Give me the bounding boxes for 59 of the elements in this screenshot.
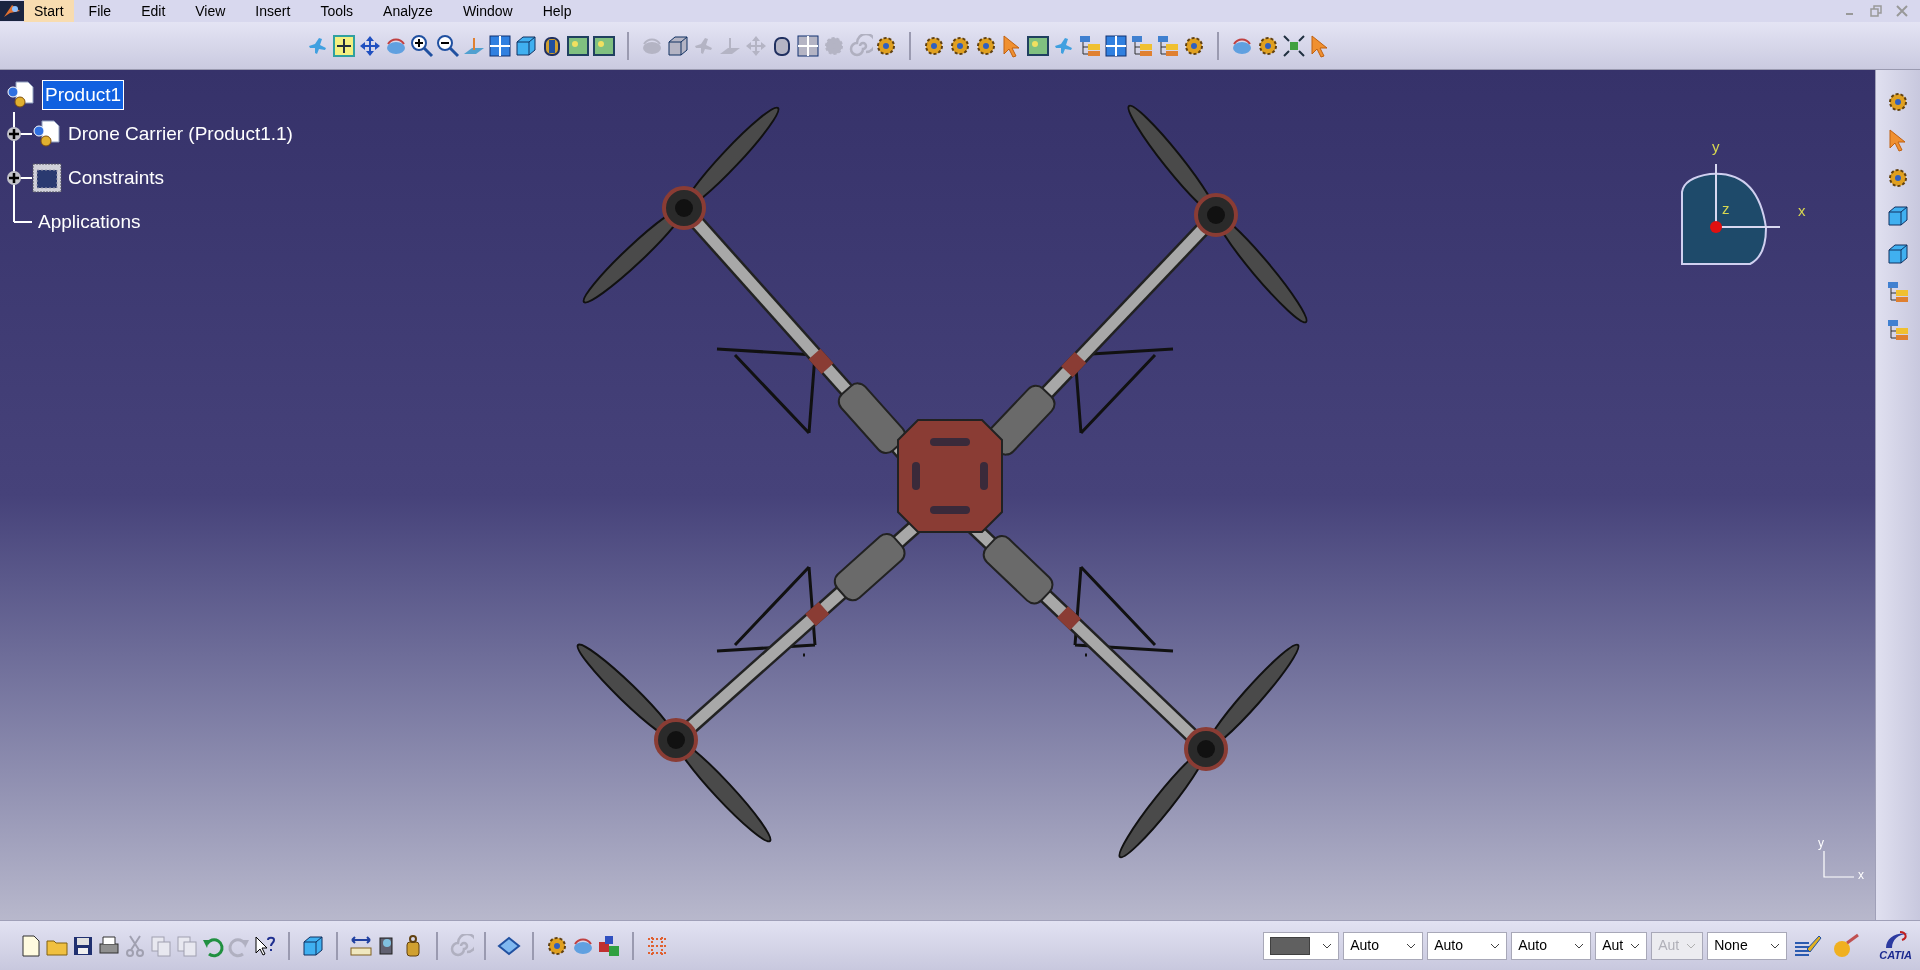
menu-item[interactable]: Start [24,0,74,22]
zoom-out-icon[interactable] [435,33,461,58]
logo-text: CATIA [1879,950,1912,961]
menu-item[interactable]: Window [447,0,528,22]
fit-all-icon[interactable] [331,33,357,58]
dropdown[interactable]: Auto [1511,931,1592,960]
cube-icon[interactable] [665,33,691,58]
four-panes-icon[interactable] [795,33,821,58]
cube-icon[interactable] [1885,242,1911,266]
drone-drawing[interactable] [576,104,1308,859]
four-panes-icon[interactable] [1103,33,1129,58]
menu-item[interactable]: Edit [126,0,181,22]
cube-icon[interactable] [300,933,326,958]
tree-structure-icon[interactable] [1129,33,1155,58]
menu-item[interactable]: Analyze [368,0,448,22]
cube-icon[interactable] [513,33,539,58]
menu-item[interactable]: Help [527,0,587,22]
expand-icon[interactable] [1281,33,1307,58]
picture-icon[interactable] [1025,33,1051,58]
dropdown[interactable]: Auto [1343,931,1424,960]
picture-icon[interactable] [565,33,591,58]
chevron-down-icon [1574,942,1585,949]
ruler-icon[interactable] [348,933,374,958]
tree-structure-icon[interactable] [1155,33,1181,58]
help-pointer-icon[interactable] [252,933,278,958]
dropdown[interactable]: Auto [1427,931,1508,960]
chevron-down-icon [1770,942,1781,949]
dropdown[interactable]: Aut [1595,931,1648,960]
tree-structure-icon[interactable] [1885,318,1911,342]
dropdown[interactable]: None [1707,931,1788,960]
compass-drawing[interactable]: y z x [1670,130,1820,280]
tree-node[interactable]: Product1 [42,79,125,111]
blocks-icon[interactable] [596,933,622,958]
color-dropdown[interactable] [1263,931,1340,960]
cube-icon[interactable] [1885,204,1911,228]
product-icon [32,119,62,149]
zoom-in-icon[interactable] [409,33,435,58]
tree-structure-icon[interactable] [1885,280,1911,304]
product-icon [6,80,36,110]
axis-triad-drawing: y x [1818,835,1868,881]
menu-item[interactable]: Tools [305,0,369,22]
chevron-down-icon [1630,942,1641,949]
menu-item[interactable]: View [180,0,241,22]
chevron-down-icon [1686,942,1697,949]
picture-icon[interactable] [591,33,617,58]
tree-node[interactable]: Applications [36,207,143,237]
chevron-down-icon [1490,942,1501,949]
expand-plus-icon[interactable] [6,126,32,142]
four-panes-icon[interactable] [487,33,513,58]
tree-node[interactable]: Constraints [66,163,167,193]
constraints-icon [32,163,62,193]
menu-item[interactable]: File [73,0,127,22]
chevron-down-icon [1406,942,1417,949]
tree-node[interactable]: Drone Carrier (Product1.1) [66,119,295,149]
menu-item[interactable]: Insert [240,0,306,22]
app-logo-icon[interactable] [0,1,24,21]
tree-structure-icon[interactable] [1077,33,1103,58]
chevron-down-icon [1322,942,1333,949]
3d-viewport[interactable]: Product1 Drone Carrier (Product1.1) Constraints Applications y z x y x [0,70,1875,920]
